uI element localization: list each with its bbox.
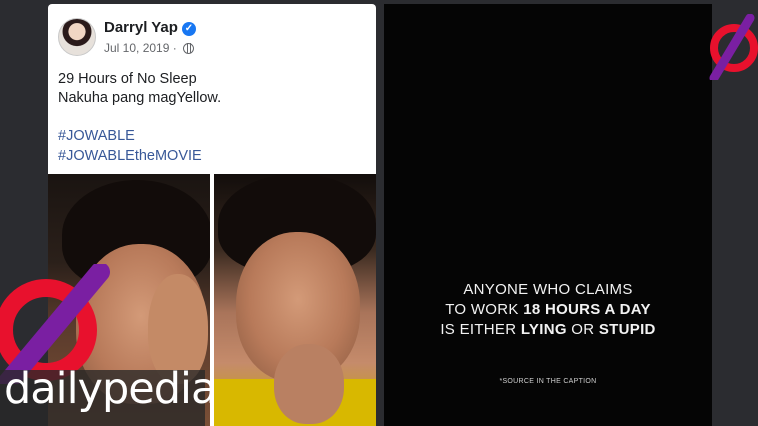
- post-meta: Jul 10, 2019 ·: [104, 41, 195, 55]
- photo-right-hand: [274, 344, 344, 424]
- author-avatar[interactable]: [58, 18, 96, 56]
- quote-line-3: IS EITHER LYING OR STUPID: [384, 320, 712, 340]
- post-date[interactable]: Jul 10, 2019: [104, 41, 169, 55]
- quote-line-2-pre: TO WORK: [445, 301, 524, 318]
- author-name-text[interactable]: Darryl Yap: [104, 19, 178, 36]
- post-header: Darryl Yap ✓ Jul 10, 2019 ·: [58, 16, 368, 60]
- post-hashtags: #JOWABLE #JOWABLEtheMOVIE: [58, 126, 202, 166]
- dailypedia-logo-icon-top: [709, 14, 758, 80]
- meta-separator: ·: [172, 41, 177, 55]
- quote-lying: LYING: [520, 321, 567, 338]
- quote-line-1: ANYONE WHO CLAIMS: [463, 281, 633, 298]
- post-text-line-1: 29 Hours of No Sleep: [58, 71, 197, 87]
- brand-wordmark: dailypedia: [4, 364, 217, 414]
- photo-right[interactable]: [214, 174, 376, 426]
- quote-line-2-bold: 18 HOURS A DAY: [523, 301, 651, 318]
- quote-line-3-mid: OR: [566, 321, 599, 338]
- hashtag-jowable-the-movie[interactable]: #JOWABLEtheMOVIE: [58, 146, 202, 166]
- quote-stupid: STUPID: [598, 321, 656, 338]
- hashtag-jowable[interactable]: #JOWABLE: [58, 126, 202, 146]
- quote-panel: ANYONE WHO CLAIMS TO WORK 18 HOURS A DAY…: [384, 4, 712, 426]
- quote-line-3-pre: IS EITHER: [440, 321, 521, 338]
- verified-badge-icon: ✓: [181, 22, 196, 36]
- quote-line-2: TO WORK 18 HOURS A DAY: [384, 300, 712, 320]
- quote-text: ANYONE WHO CLAIMS TO WORK 18 HOURS A DAY…: [384, 280, 712, 340]
- quote-source: *SOURCE IN THE CAPTION: [499, 378, 597, 385]
- author-name[interactable]: Darryl Yap ✓: [104, 19, 196, 36]
- post-text-line-2: Nakuha pang magYellow.: [58, 90, 222, 106]
- post-body-text: 29 Hours of No Sleep Nakuha pang magYell…: [58, 70, 221, 108]
- globe-icon: [183, 43, 195, 54]
